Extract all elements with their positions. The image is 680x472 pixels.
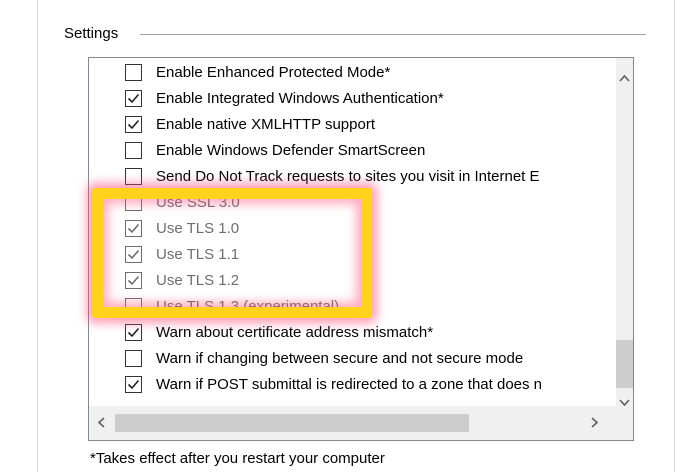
checkbox-checked[interactable] bbox=[125, 323, 142, 341]
setting-item-label: Send Do Not Track requests to sites you … bbox=[156, 167, 540, 185]
setting-item[interactable]: Warn if changing between secure and not … bbox=[125, 347, 523, 369]
checkmark-icon bbox=[127, 379, 140, 389]
checkbox-unchecked[interactable] bbox=[125, 167, 142, 185]
setting-item[interactable]: Warn if POST submittal is redirected to … bbox=[125, 373, 542, 395]
setting-item-label: Enable native XMLHTTP support bbox=[156, 115, 376, 133]
setting-item-label: Enable Integrated Windows Authentication… bbox=[156, 89, 444, 107]
checkbox-unchecked[interactable] bbox=[125, 63, 142, 81]
setting-item-label: Warn if changing between secure and not … bbox=[156, 349, 524, 367]
checkbox-checked[interactable] bbox=[125, 245, 142, 263]
checkmark-icon bbox=[127, 327, 140, 337]
checkbox-unchecked[interactable] bbox=[125, 141, 142, 159]
setting-item-label: Use TLS 1.1 bbox=[156, 245, 240, 263]
checkbox-checked[interactable] bbox=[125, 89, 142, 107]
setting-item[interactable]: Use TLS 1.3 (experimental) bbox=[125, 295, 339, 317]
checkmark-icon bbox=[127, 249, 140, 259]
setting-item[interactable]: Enable Enhanced Protected Mode* bbox=[125, 61, 390, 83]
setting-item-label: Warn if POST submittal is redirected to … bbox=[156, 375, 543, 393]
setting-item[interactable]: Use TLS 1.1 bbox=[125, 243, 239, 265]
settings-list: Enable Enhanced Protected Mode* Enable In… bbox=[89, 58, 617, 406]
setting-item[interactable]: Use TLS 1.2 bbox=[125, 269, 239, 291]
checkmark-icon bbox=[127, 223, 140, 233]
scroll-corner bbox=[616, 406, 633, 440]
setting-item-label: Use TLS 1.2 bbox=[156, 271, 240, 289]
checkbox-unchecked[interactable] bbox=[125, 193, 142, 211]
settings-listbox[interactable]: Enable Enhanced Protected Mode* Enable In… bbox=[88, 57, 634, 441]
checkbox-checked[interactable] bbox=[125, 115, 142, 133]
horizontal-scrollbar[interactable] bbox=[89, 406, 617, 440]
setting-item-label: Use SSL 3.0 bbox=[156, 193, 240, 211]
chevron-up-icon[interactable] bbox=[619, 71, 630, 84]
checkbox-checked[interactable] bbox=[125, 375, 142, 393]
setting-item-label: Use TLS 1.3 (experimental) bbox=[156, 297, 340, 315]
restart-footnote: *Takes effect after you restart your com… bbox=[90, 450, 385, 467]
setting-item[interactable]: Use SSL 3.0 bbox=[125, 191, 240, 213]
setting-item[interactable]: Enable Integrated Windows Authentication… bbox=[125, 87, 444, 109]
horizontal-scroll-thumb[interactable] bbox=[115, 414, 469, 432]
setting-item-label: Enable Windows Defender SmartScreen bbox=[156, 141, 426, 159]
setting-item-label: Warn about certificate address mismatch* bbox=[156, 323, 434, 341]
checkbox-unchecked[interactable] bbox=[125, 349, 142, 367]
checkmark-icon bbox=[127, 275, 140, 285]
setting-item[interactable]: Use TLS 1.0 bbox=[125, 217, 239, 239]
setting-item[interactable]: Enable Windows Defender SmartScreen bbox=[125, 139, 425, 161]
vertical-scroll-thumb[interactable] bbox=[616, 340, 633, 388]
checkmark-icon bbox=[127, 119, 140, 129]
setting-item-label: Use TLS 1.0 bbox=[156, 219, 240, 237]
checkbox-checked[interactable] bbox=[125, 219, 142, 237]
checkbox-checked[interactable] bbox=[125, 271, 142, 289]
setting-item-label: Enable Enhanced Protected Mode* bbox=[156, 63, 391, 81]
vertical-scrollbar[interactable] bbox=[616, 58, 633, 407]
checkbox-unchecked[interactable] bbox=[125, 297, 142, 315]
setting-item[interactable]: Warn about certificate address mismatch* bbox=[125, 321, 433, 343]
chevron-right-icon[interactable] bbox=[591, 417, 599, 430]
settings-group-title: Settings bbox=[64, 25, 127, 42]
setting-item[interactable]: Send Do Not Track requests to sites you … bbox=[125, 165, 540, 187]
checkmark-icon bbox=[127, 93, 140, 103]
setting-item[interactable]: Enable native XMLHTTP support bbox=[125, 113, 375, 135]
chevron-left-icon[interactable] bbox=[97, 417, 105, 430]
group-divider bbox=[140, 34, 646, 35]
